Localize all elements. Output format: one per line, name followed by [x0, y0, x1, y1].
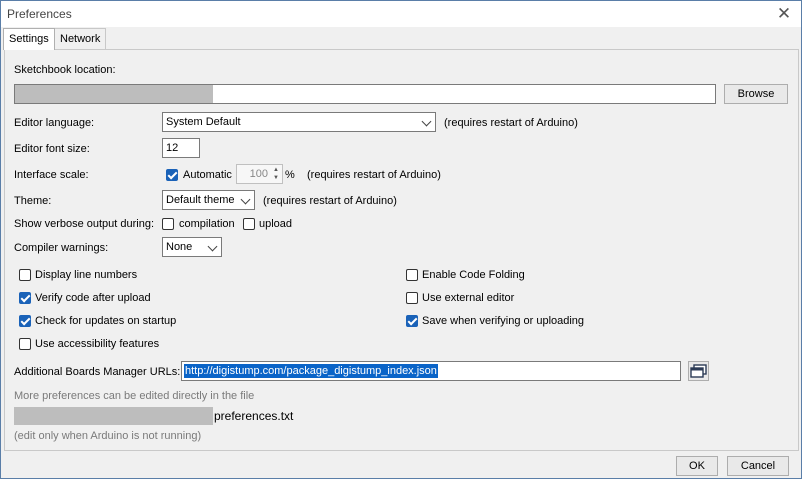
display-line-numbers-checkbox[interactable]	[19, 269, 31, 281]
code-folding-checkbox[interactable]	[406, 269, 418, 281]
display-line-numbers-label: Display line numbers	[35, 269, 138, 281]
redacted-path	[15, 85, 213, 103]
window-title: Preferences	[7, 7, 72, 21]
title-bar: Preferences ✕	[1, 1, 801, 27]
more-prefs-hint: More preferences can be edited directly …	[14, 390, 255, 402]
editor-language-value: System Default	[166, 116, 241, 128]
theme-select[interactable]: Default theme	[162, 190, 255, 210]
editor-language-note: (requires restart of Arduino)	[444, 117, 578, 129]
sketchbook-label: Sketchbook location:	[14, 64, 116, 76]
accessibility-checkbox[interactable]	[19, 338, 31, 350]
accessibility-label: Use accessibility features	[35, 338, 160, 350]
editor-language-label: Editor language:	[14, 117, 95, 129]
code-folding-label: Enable Code Folding	[422, 269, 525, 281]
redacted-prefs-path	[14, 407, 213, 425]
verify-after-upload-label: Verify code after upload	[35, 292, 151, 304]
external-editor-label: Use external editor	[422, 292, 515, 304]
verbose-output-label: Show verbose output during:	[14, 218, 155, 230]
verbose-compilation-checkbox[interactable]	[162, 218, 174, 230]
spin-up-icon[interactable]: ▲	[271, 166, 281, 174]
chevron-down-icon	[207, 241, 218, 252]
browse-button[interactable]: Browse	[724, 84, 788, 104]
settings-panel: Sketchbook location: Browse Editor langu…	[4, 49, 799, 451]
verbose-upload-label: upload	[259, 218, 293, 230]
interface-scale-unit: %	[285, 169, 295, 181]
window-stack-icon	[690, 364, 707, 378]
chevron-down-icon	[240, 194, 251, 205]
theme-label: Theme:	[14, 195, 52, 207]
editor-font-size-field[interactable]: 12	[162, 138, 200, 158]
save-when-verifying-checkbox[interactable]	[406, 315, 418, 327]
interface-scale-field[interactable]: 100 ▲ ▼	[236, 164, 283, 184]
compiler-warnings-label: Compiler warnings:	[14, 242, 109, 254]
close-icon[interactable]: ✕	[773, 3, 795, 25]
compiler-warnings-value: None	[166, 241, 193, 253]
check-updates-checkbox[interactable]	[19, 315, 31, 327]
external-editor-checkbox[interactable]	[406, 292, 418, 304]
check-updates-label: Check for updates on startup	[35, 315, 177, 327]
interface-scale-value: 100	[249, 168, 268, 180]
editor-language-select[interactable]: System Default	[162, 112, 436, 132]
ok-button[interactable]: OK	[676, 456, 718, 476]
spin-down-icon[interactable]: ▼	[271, 174, 281, 182]
theme-value: Default theme	[166, 194, 235, 206]
boards-manager-label: Additional Boards Manager URLs:	[14, 366, 181, 378]
interface-scale-label: Interface scale:	[14, 169, 89, 181]
automatic-scale-checkbox[interactable]	[166, 169, 178, 181]
boards-manager-urls-field[interactable]: http://digistump.com/package_digistump_i…	[181, 361, 681, 381]
save-when-verifying-label: Save when verifying or uploading	[422, 315, 585, 327]
theme-note: (requires restart of Arduino)	[263, 195, 397, 207]
preferences-window: Preferences ✕ Settings Network Sketchboo…	[0, 0, 802, 479]
tab-settings[interactable]: Settings	[3, 28, 55, 50]
compiler-warnings-select[interactable]: None	[162, 237, 222, 257]
preferences-file-name: preferences.txt	[214, 409, 294, 423]
verify-after-upload-checkbox[interactable]	[19, 292, 31, 304]
tab-network[interactable]: Network	[54, 28, 107, 49]
boards-manager-edit-button[interactable]	[688, 361, 709, 381]
edit-warning-hint: (edit only when Arduino is not running)	[14, 430, 202, 442]
interface-scale-note: (requires restart of Arduino)	[307, 169, 441, 181]
verbose-compilation-label: compilation	[179, 218, 235, 230]
automatic-scale-label: Automatic	[183, 169, 232, 181]
verbose-upload-checkbox[interactable]	[243, 218, 255, 230]
boards-manager-url-selected: http://digistump.com/package_digistump_i…	[184, 364, 438, 378]
sketchbook-path-field[interactable]	[14, 84, 716, 104]
editor-font-size-label: Editor font size:	[14, 143, 90, 155]
cancel-button[interactable]: Cancel	[727, 456, 789, 476]
chevron-down-icon	[421, 116, 432, 127]
